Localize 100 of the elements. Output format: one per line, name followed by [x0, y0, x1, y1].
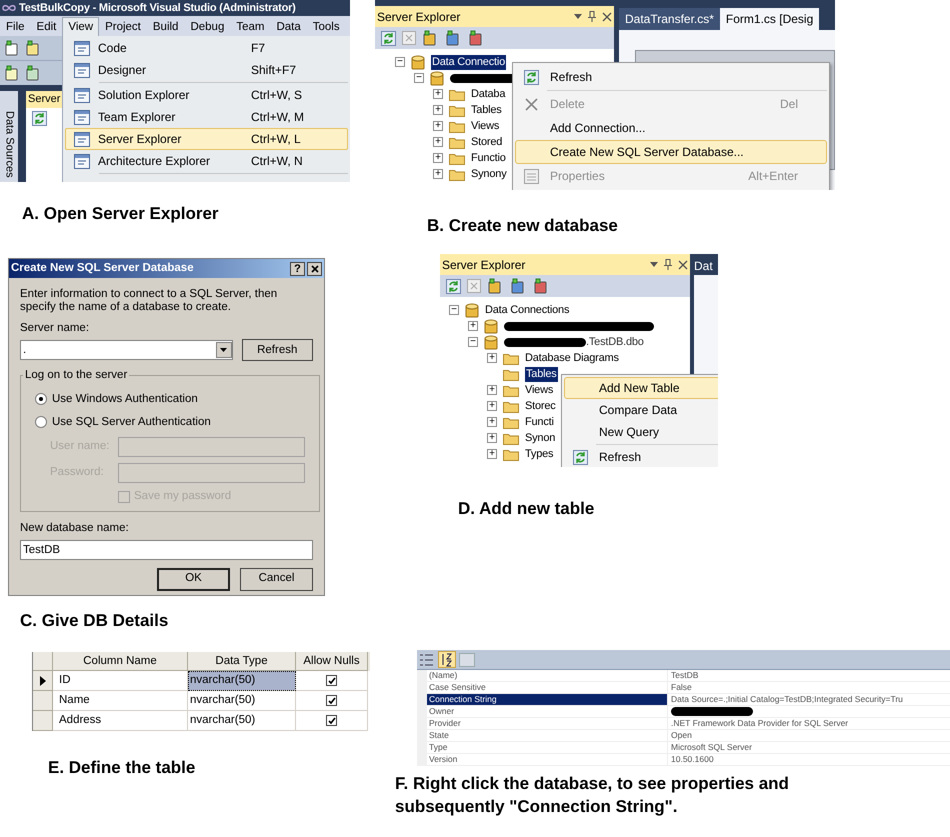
menu-item[interactable]: Compare Data: [564, 399, 718, 421]
menu-item[interactable]: New Query: [564, 421, 718, 443]
property-value[interactable]: Open: [671, 730, 692, 741]
pin-icon[interactable]: [664, 259, 672, 270]
row-selector[interactable]: [33, 671, 53, 691]
menu-bar-item[interactable]: View: [62, 17, 100, 36]
menu-item[interactable]: Solution Explorer Ctrl+W, S: [65, 84, 348, 106]
property-name[interactable]: Owner: [427, 706, 667, 718]
server-name-field[interactable]: .: [20, 340, 232, 360]
menu-bar-item[interactable]: Data: [270, 17, 307, 36]
tree-toggle[interactable]: +: [433, 89, 443, 99]
radio-button[interactable]: [35, 393, 47, 406]
database-name-field[interactable]: TestDB: [20, 540, 313, 560]
property-name[interactable]: (Name): [427, 670, 667, 682]
dialog-button[interactable]: Cancel: [240, 568, 313, 590]
property-value[interactable]: Microsoft SQL Server: [671, 742, 752, 753]
table-cell[interactable]: Address: [53, 711, 188, 731]
tree-item[interactable]: + Databa: [433, 86, 506, 102]
tree-item[interactable]: Tables: [487, 366, 558, 382]
tree-item[interactable]: + Synony: [433, 166, 506, 182]
side-tab[interactable]: Data Sources: [0, 91, 18, 182]
tree-item[interactable]: − Data Connections: [449, 302, 570, 318]
property-value[interactable]: Data Source=.;Initial Catalog=TestDB;Integrated Security=Tru: [671, 694, 903, 705]
password-field[interactable]: [118, 463, 305, 483]
tree-toggle[interactable]: +: [433, 121, 443, 131]
menu-bar-item[interactable]: Project: [99, 17, 147, 36]
user-name-field[interactable]: [118, 437, 305, 457]
tree-toggle[interactable]: +: [468, 321, 478, 331]
table-cell[interactable]: Name: [53, 691, 188, 711]
radio-button[interactable]: [35, 416, 47, 428]
property-name[interactable]: Type: [427, 742, 667, 754]
dialog-button[interactable]: OK: [157, 568, 230, 590]
tree-item[interactable]: − .TestDB.dbo: [468, 334, 644, 350]
tree-item[interactable]: + Database Diagrams: [487, 350, 619, 366]
dropdown-icon[interactable]: [650, 262, 658, 267]
property-name[interactable]: Provider: [427, 718, 667, 730]
tree-item[interactable]: + Functio: [433, 150, 506, 166]
table-cell[interactable]: nvarchar(50): [188, 691, 296, 711]
tree-toggle[interactable]: +: [487, 401, 497, 411]
checkbox[interactable]: [326, 695, 337, 706]
menu-bar-item[interactable]: Team: [230, 17, 270, 36]
tree-item[interactable]: + Types: [487, 446, 554, 462]
menu-item[interactable]: Add Connection...: [515, 116, 827, 140]
close-icon[interactable]: [678, 260, 688, 270]
menu-item[interactable]: Refresh: [564, 446, 718, 467]
menu-item[interactable]: Architecture Explorer Ctrl+W, N: [65, 150, 348, 172]
tree-toggle[interactable]: −: [449, 305, 459, 315]
tree-toggle[interactable]: +: [487, 417, 497, 427]
tree-item[interactable]: + Tables: [433, 102, 502, 118]
property-name[interactable]: Version: [427, 754, 667, 766]
checkbox[interactable]: [326, 675, 337, 686]
property-value[interactable]: False: [671, 682, 692, 693]
tree-toggle[interactable]: +: [487, 433, 497, 443]
tree-toggle[interactable]: −: [468, 337, 478, 347]
checkbox[interactable]: [326, 715, 337, 726]
table-cell[interactable]: nvarchar(50): [188, 711, 296, 731]
panel-tab[interactable]: Server: [26, 91, 62, 108]
property-name[interactable]: Connection String: [427, 694, 667, 706]
sort-alphabetical-icon[interactable]: [438, 651, 456, 668]
tree-item[interactable]: + Functi: [487, 414, 554, 430]
tree-toggle[interactable]: +: [487, 385, 497, 395]
tree-toggle[interactable]: −: [414, 73, 424, 83]
property-value[interactable]: TestDB: [671, 670, 698, 681]
close-button[interactable]: [307, 262, 322, 276]
tree-item[interactable]: +: [468, 318, 654, 334]
menu-item[interactable]: Add New Table: [564, 377, 718, 399]
table-cell[interactable]: nvarchar(50): [188, 671, 296, 691]
property-value[interactable]: 10.50.1600: [671, 754, 714, 765]
document-tab[interactable]: Dat: [694, 257, 718, 275]
property-value[interactable]: .NET Framework Data Provider for SQL Server: [671, 718, 848, 729]
dropdown-icon[interactable]: [574, 14, 582, 19]
close-icon[interactable]: [602, 12, 612, 22]
tree-toggle[interactable]: +: [433, 137, 443, 147]
menu-item[interactable]: Server Explorer Ctrl+W, L: [65, 128, 348, 150]
menu-item[interactable]: Create New SQL Server Database...: [515, 140, 827, 164]
column-header[interactable]: Allow Nulls: [296, 652, 368, 671]
checkbox[interactable]: [118, 490, 130, 503]
tree-toggle[interactable]: −: [395, 57, 405, 67]
tree-toggle[interactable]: +: [433, 153, 443, 163]
document-tab[interactable]: DataTransfer.cs*: [619, 8, 720, 30]
pin-icon[interactable]: [588, 11, 596, 22]
tree-toggle[interactable]: +: [487, 449, 497, 459]
refresh-button[interactable]: Refresh: [242, 339, 313, 362]
categorized-icon[interactable]: [419, 652, 435, 666]
document-tab[interactable]: Form1.cs [Desig: [720, 8, 820, 30]
tree-item[interactable]: + Stored: [433, 134, 502, 150]
help-button[interactable]: ?: [290, 262, 305, 276]
column-header[interactable]: Column Name: [53, 652, 188, 671]
menu-bar-item[interactable]: Build: [146, 17, 184, 36]
tree-toggle[interactable]: +: [487, 353, 497, 363]
menu-item[interactable]: Code F7: [65, 37, 348, 59]
menu-item[interactable]: Team Explorer Ctrl+W, M: [65, 106, 348, 128]
menu-bar-item[interactable]: Edit: [30, 17, 62, 36]
tree-item[interactable]: + Synon: [487, 430, 556, 446]
tree-item[interactable]: + Views: [433, 118, 500, 134]
tree-item[interactable]: + Views: [487, 382, 554, 398]
tree-toggle[interactable]: +: [433, 169, 443, 179]
menu-bar-item[interactable]: Debug: [184, 17, 230, 36]
menu-bar-item[interactable]: File: [0, 17, 31, 36]
property-name[interactable]: State: [427, 730, 667, 742]
